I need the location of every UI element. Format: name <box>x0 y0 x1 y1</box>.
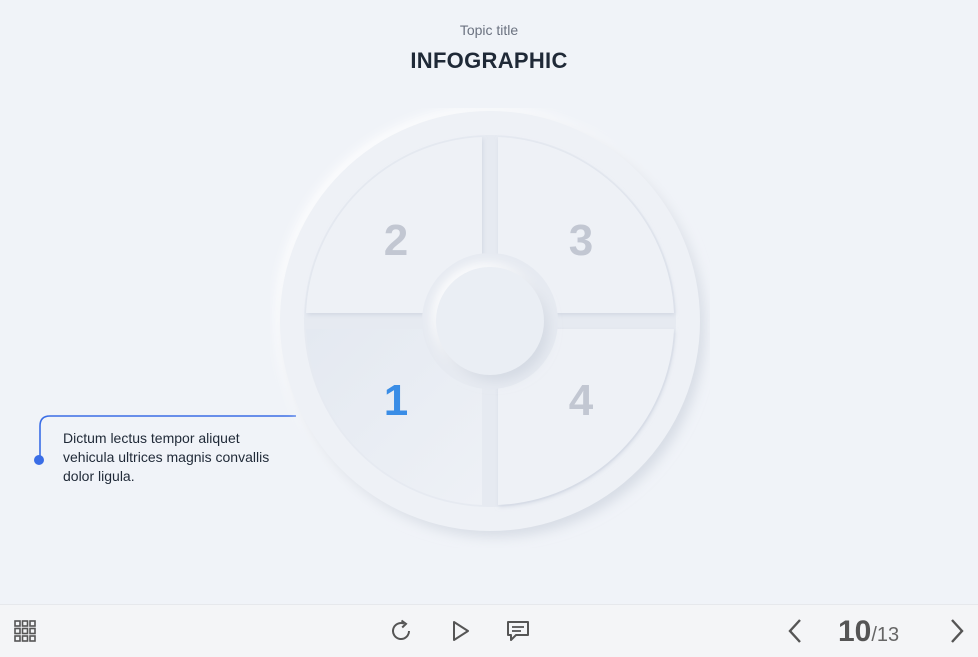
callout-dot <box>34 455 44 465</box>
page-total: /13 <box>871 624 900 646</box>
chevron-left-icon <box>788 619 801 643</box>
comment-icon <box>507 621 529 641</box>
replay-icon <box>392 619 410 640</box>
segment-3-number[interactable]: 3 <box>541 216 621 266</box>
segment-2-number[interactable]: 2 <box>356 216 436 266</box>
replay-button[interactable] <box>386 615 418 647</box>
menu-button[interactable] <box>9 615 41 647</box>
page-indicator: 10 /13 <box>838 615 900 648</box>
next-slide-button[interactable] <box>940 615 972 647</box>
chevron-right-icon <box>951 619 964 643</box>
notes-button[interactable] <box>502 615 534 647</box>
player-toolbar: 10 /13 <box>0 604 978 657</box>
callout-description: Dictum lectus tempor aliquet vehicula ul… <box>63 430 270 484</box>
previous-slide-button[interactable] <box>780 615 812 647</box>
infographic-wheel: 2 3 1 4 <box>270 108 710 548</box>
slide-canvas: Topic title INFOGRAPHIC 2 3 1 4 Dictum l… <box>0 0 978 604</box>
grid-icon <box>14 620 36 642</box>
hub-center <box>436 267 544 375</box>
segment-1-number[interactable]: 1 <box>356 376 436 426</box>
play-button[interactable] <box>444 615 476 647</box>
play-icon <box>453 621 469 641</box>
segment-4-number[interactable]: 4 <box>541 376 621 426</box>
page-current: 10 <box>838 615 872 648</box>
